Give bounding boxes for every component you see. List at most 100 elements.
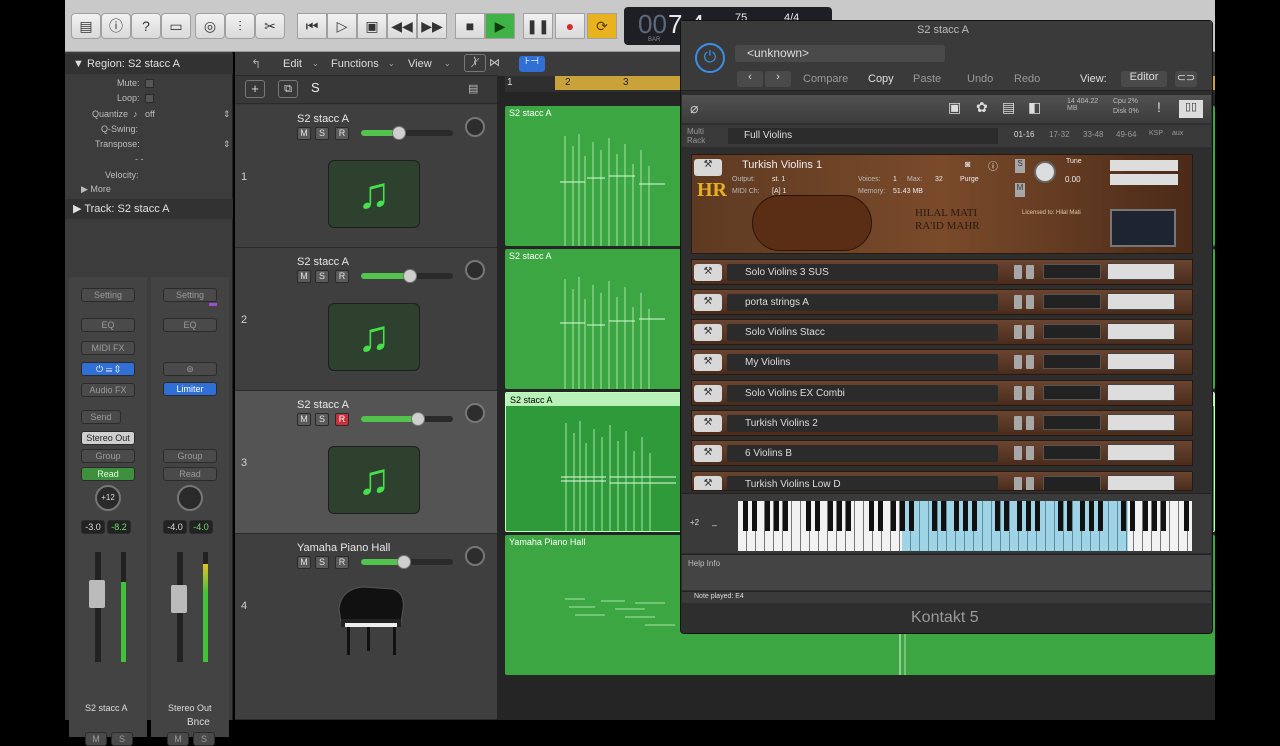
track-name[interactable]: S2 stacc A	[297, 256, 349, 268]
track-volume-slider[interactable]	[361, 555, 453, 569]
previous-preset-icon[interactable]: ‹	[737, 71, 763, 87]
play-from-selection-button[interactable]: ▷	[327, 13, 357, 39]
bounce-button[interactable]: Bnce	[187, 717, 210, 728]
mute-button[interactable]: M	[297, 127, 311, 140]
pan-knob[interactable]	[465, 117, 485, 137]
piano-keyboard[interactable]	[738, 501, 1192, 551]
ksp-button[interactable]: KSP	[1149, 130, 1163, 137]
volume-slider[interactable]	[1043, 415, 1101, 430]
solo-toggle[interactable]: S	[311, 80, 320, 95]
track-3[interactable]: 3 S2 stacc A M S R ♫	[235, 391, 497, 534]
solo-button[interactable]: S	[315, 127, 329, 140]
undo-button[interactable]: Undo	[967, 73, 993, 85]
expanded-instrument[interactable]: ⚒ HR Turkish Violins 1 Output: st. 1 Voi…	[691, 154, 1193, 254]
mute-button[interactable]: M	[297, 270, 311, 283]
output-value[interactable]: st. 1	[772, 176, 785, 183]
forward-button[interactable]: ▶▶	[417, 13, 447, 39]
aux-button[interactable]: aux	[1172, 130, 1183, 137]
track-volume-slider[interactable]	[361, 126, 453, 140]
group-slot[interactable]: Group	[163, 449, 217, 463]
paste-button[interactable]: Paste	[913, 73, 941, 85]
region-inspector-header[interactable]: ▼ Region: S2 stacc A	[65, 54, 233, 74]
view-menu[interactable]: View	[408, 58, 432, 70]
volume-fader[interactable]	[171, 585, 187, 613]
help-icon[interactable]: ?	[131, 13, 161, 39]
volume-slider[interactable]	[1043, 354, 1101, 369]
send-slot[interactable]: Send	[81, 410, 121, 424]
pause-button[interactable]: ❚❚	[523, 13, 553, 39]
mixer-icon[interactable]: ⫶	[225, 13, 255, 39]
view-select[interactable]: Editor	[1121, 71, 1167, 87]
page-17-32[interactable]: 17-32	[1049, 130, 1069, 139]
add-track-button[interactable]: +	[245, 80, 265, 98]
toolbar-icon[interactable]: ▭	[161, 13, 191, 39]
volume-slider[interactable]	[1043, 385, 1101, 400]
browser-icon[interactable]: ▯▯	[1179, 100, 1203, 118]
pan-knob[interactable]	[465, 403, 485, 423]
snap-icon[interactable]: ⊦⊣	[519, 56, 545, 72]
preset-select[interactable]: <unknown>	[735, 45, 945, 62]
instrument-slot[interactable]: ⚒ My Violins	[691, 349, 1193, 375]
instrument-slot[interactable]: ⚒ 6 Violins B	[691, 440, 1193, 466]
instrument-slot[interactable]: ⚒ Solo Violins EX Combi	[691, 380, 1193, 406]
redo-button[interactable]: Redo	[1014, 73, 1040, 85]
wrench-icon[interactable]: ⚒	[694, 354, 722, 371]
purge-menu[interactable]: Purge	[960, 176, 979, 183]
track-name[interactable]: S2 stacc A	[297, 113, 349, 125]
copy-button[interactable]: Copy	[868, 73, 894, 85]
solo-button[interactable]: S	[315, 270, 329, 283]
record-enable-button[interactable]: R	[335, 556, 349, 569]
instrument-slot[interactable]: ⚒ Solo Violins 3 SUS	[691, 259, 1193, 285]
instrument-slot[interactable]: ⚒ porta strings A	[691, 289, 1193, 315]
smart-controls-icon[interactable]: ◎	[195, 13, 225, 39]
power-icon[interactable]: ⏻	[695, 43, 725, 73]
inspector-icon[interactable]: ⓘ	[101, 13, 131, 39]
pan-bar[interactable]	[1110, 174, 1178, 185]
pan-knob[interactable]	[465, 546, 485, 566]
pan-knob[interactable]	[465, 260, 485, 280]
automation-icon[interactable]: ⟋	[471, 56, 479, 71]
record-button[interactable]: ●	[555, 13, 585, 39]
transpose-stepper-icon[interactable]: ⇕	[223, 139, 231, 150]
wrench-icon[interactable]: ⚒	[694, 294, 722, 311]
info-icon[interactable]: ⓘ	[988, 158, 998, 173]
quantize-stepper-icon[interactable]: ⇕	[223, 109, 231, 120]
rewind-to-start-button[interactable]: ⏮	[297, 13, 327, 39]
max-value[interactable]: 32	[935, 176, 943, 183]
cycle-button[interactable]: ⟳	[587, 13, 617, 39]
mute-button[interactable]: M	[297, 556, 311, 569]
loop-checkbox[interactable]	[145, 94, 154, 103]
volume-slider[interactable]	[1043, 264, 1101, 279]
volume-slider[interactable]	[1043, 294, 1101, 309]
group-slot[interactable]: Group	[81, 449, 135, 463]
wrench-icon[interactable]: ⚒	[694, 445, 722, 462]
cycle-play-button[interactable]: ▣	[357, 13, 387, 39]
mute-button[interactable]: M	[167, 732, 189, 746]
more-disclosure[interactable]: ▶ More	[81, 184, 111, 195]
rewind-button[interactable]: ◀◀	[387, 13, 417, 39]
solo-instrument-button[interactable]: S	[1015, 159, 1025, 173]
volume-slider[interactable]	[1043, 324, 1101, 339]
track-2[interactable]: 2 S2 stacc A M S R ♫	[235, 248, 497, 391]
flex-icon[interactable]: ⋈	[489, 56, 500, 69]
mute-button[interactable]: M	[297, 413, 311, 426]
camera-icon[interactable]: ◙	[965, 159, 970, 169]
compare-button[interactable]: Compare	[803, 73, 848, 85]
page-01-16[interactable]: 01-16	[1014, 130, 1034, 139]
track-name[interactable]: Yamaha Piano Hall	[297, 542, 390, 554]
wrench-icon[interactable]: ⚒	[694, 159, 722, 176]
wrench-icon[interactable]: ⚒	[694, 385, 722, 402]
functions-menu[interactable]: Functions	[331, 58, 379, 70]
octave-down-icon[interactable]: –	[712, 520, 717, 530]
eq-button[interactable]: EQ	[163, 318, 217, 332]
track-inspector-header[interactable]: ▶ Track: S2 stacc A	[65, 199, 233, 219]
eq-button[interactable]: EQ	[81, 318, 135, 332]
wrench-icon[interactable]: ⚒	[694, 476, 722, 490]
duplicate-track-icon[interactable]: ⧉	[278, 80, 298, 98]
output-slot[interactable]: Stereo Out	[81, 431, 135, 445]
automation-mode[interactable]: Read	[81, 467, 135, 481]
rack-icon[interactable]: ▤	[1002, 99, 1015, 116]
midi-channel-value[interactable]: [A] 1	[772, 188, 786, 195]
record-enable-button[interactable]: R	[335, 413, 349, 426]
balance-knob[interactable]	[177, 485, 203, 511]
